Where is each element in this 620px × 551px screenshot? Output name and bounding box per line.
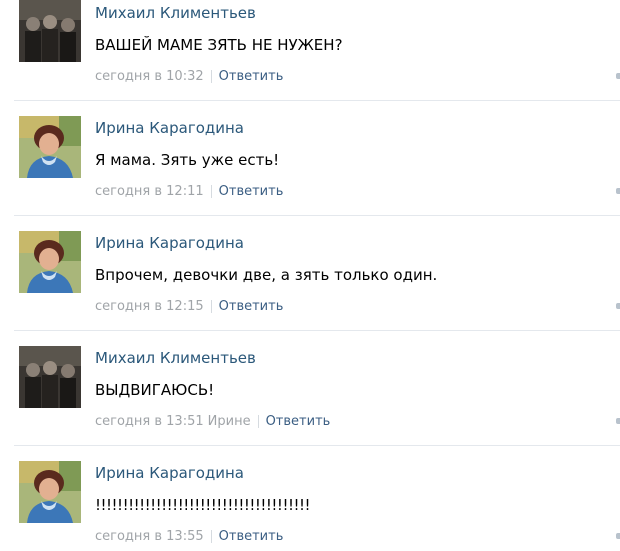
comment-meta: сегодня в 12:11 Ответить xyxy=(95,184,283,199)
reply-button[interactable]: Ответить xyxy=(219,184,284,199)
comment-item: Михаил Климентьев ВАШЕЙ МАМЕ ЗЯТЬ НЕ НУЖ… xyxy=(0,0,620,115)
comment-meta: сегодня в 10:32 Ответить xyxy=(95,69,283,84)
comment-time[interactable]: сегодня в 12:15 xyxy=(95,299,204,314)
comment-text: ВАШЕЙ МАМЕ ЗЯТЬ НЕ НУЖЕН? xyxy=(95,36,343,54)
meta-separator xyxy=(210,300,212,313)
comment-author[interactable]: Ирина Карагодина xyxy=(95,234,244,252)
comment-text: Впрочем, девочки две, а зять только один… xyxy=(95,266,438,284)
comment-text: ВЫДВИГАЮСЬ! xyxy=(95,381,215,399)
comment-time[interactable]: сегодня в 13:55 xyxy=(95,529,204,544)
avatar[interactable] xyxy=(19,231,81,293)
meta-separator xyxy=(210,530,212,543)
reply-button[interactable]: Ответить xyxy=(219,529,284,544)
avatar[interactable] xyxy=(19,0,81,62)
comment-list: Михаил Климентьев ВАШЕЙ МАМЕ ЗЯТЬ НЕ НУЖ… xyxy=(0,0,620,551)
comment-text: !!!!!!!!!!!!!!!!!!!!!!!!!!!!!!!!!!!!!!! xyxy=(95,496,311,514)
comment-time[interactable]: сегодня в 12:11 xyxy=(95,184,204,199)
edge-marker xyxy=(616,533,620,539)
avatar[interactable] xyxy=(19,346,81,408)
comment-item: Ирина Карагодина Я мама. Зять уже есть! … xyxy=(0,101,620,216)
woman-photo-icon xyxy=(19,461,81,523)
edge-marker xyxy=(616,188,620,194)
comment-author[interactable]: Михаил Климентьев xyxy=(95,4,256,22)
comment-author[interactable]: Ирина Карагодина xyxy=(95,119,244,137)
comment-meta: сегодня в 13:51 Ирине Ответить xyxy=(95,414,330,429)
avatar[interactable] xyxy=(19,461,81,523)
meta-separator xyxy=(257,415,259,428)
reply-button[interactable]: Ответить xyxy=(219,69,284,84)
comment-author[interactable]: Ирина Карагодина xyxy=(95,464,244,482)
avatar[interactable] xyxy=(19,116,81,178)
reply-button[interactable]: Ответить xyxy=(219,299,284,314)
woman-photo-icon xyxy=(19,116,81,178)
meta-separator xyxy=(210,70,212,83)
reply-button[interactable]: Ответить xyxy=(266,414,331,429)
meta-separator xyxy=(210,185,212,198)
edge-marker xyxy=(616,73,620,79)
comment-time[interactable]: сегодня в 13:51 xyxy=(95,414,204,429)
comment-meta: сегодня в 12:15 Ответить xyxy=(95,299,283,314)
comment-item: Ирина Карагодина !!!!!!!!!!!!!!!!!!!!!!!… xyxy=(0,446,620,551)
comment-author[interactable]: Михаил Климентьев xyxy=(95,349,256,367)
comment-time[interactable]: сегодня в 10:32 xyxy=(95,69,204,84)
man-group-photo-icon xyxy=(19,0,81,62)
woman-photo-icon xyxy=(19,231,81,293)
comment-text: Я мама. Зять уже есть! xyxy=(95,151,280,169)
edge-marker xyxy=(616,418,620,424)
comment-meta: сегодня в 13:55 Ответить xyxy=(95,529,283,544)
comment-item: Михаил Климентьев ВЫДВИГАЮСЬ! сегодня в … xyxy=(0,331,620,446)
comment-item: Ирина Карагодина Впрочем, девочки две, а… xyxy=(0,216,620,331)
man-group-photo-icon xyxy=(19,346,81,408)
reply-addressee[interactable]: Ирине xyxy=(208,414,251,429)
edge-marker xyxy=(616,303,620,309)
